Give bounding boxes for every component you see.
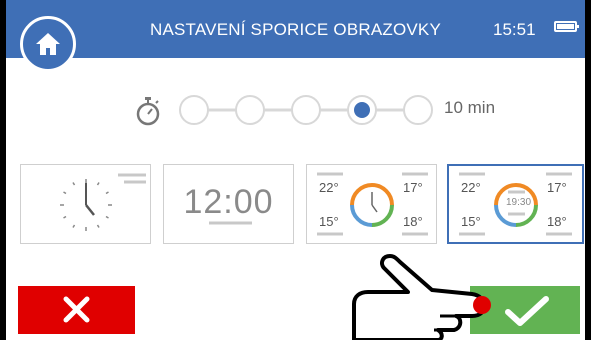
- battery-full-icon: [554, 21, 579, 32]
- temperature-bottom-left: 15°: [319, 214, 339, 229]
- screen: NASTAVENÍ SPORICE OBRAZOVKY 15:51 10 min: [6, 0, 585, 340]
- temperature-bottom-right: 18°: [403, 214, 423, 229]
- underline-bars: [209, 221, 252, 225]
- close-icon: [63, 296, 90, 323]
- digital-clock-small-time: 19:30: [506, 197, 532, 208]
- tap-marker: [473, 296, 491, 314]
- stopwatch-icon: [136, 97, 160, 126]
- slider-thumb[interactable]: [354, 102, 370, 118]
- slider-step-3[interactable]: [291, 95, 321, 125]
- temperature-top-right: 17°: [403, 180, 423, 195]
- screensaver-option-analog-clock-temperatures[interactable]: 22° 17° 15° 18°: [306, 164, 437, 244]
- slider-step-1[interactable]: [179, 95, 209, 125]
- temperature-top-right: 17°: [547, 180, 567, 195]
- screensaver-option-analog-clock[interactable]: [20, 164, 151, 244]
- timeout-slider[interactable]: [178, 94, 440, 126]
- temperature-top-left: 22°: [461, 180, 481, 195]
- temperature-bottom-left: 15°: [461, 214, 481, 229]
- status-time: 15:51: [493, 20, 536, 39]
- slider-value-label: 10 min: [444, 98, 496, 117]
- analog-clock-temperatures-graphic: [317, 172, 428, 236]
- screensaver-option-digital-clock-temperatures[interactable]: 19:30 22° 17° 15° 18°: [447, 164, 584, 244]
- analog-clock-icon: [60, 173, 146, 231]
- temperature-bottom-right: 18°: [547, 214, 567, 229]
- home-button[interactable]: [20, 16, 76, 72]
- slider-step-5[interactable]: [403, 95, 433, 125]
- home-icon: [36, 33, 60, 55]
- top-bar: NASTAVENÍ SPORICE OBRAZOVKY 15:51: [6, 0, 585, 58]
- slider-step-2[interactable]: [235, 95, 265, 125]
- cancel-button[interactable]: [18, 286, 135, 334]
- temperature-top-left: 22°: [319, 180, 339, 195]
- pointing-hand-icon: [352, 254, 491, 340]
- screensaver-option-digital-clock[interactable]: 12:00: [163, 164, 294, 244]
